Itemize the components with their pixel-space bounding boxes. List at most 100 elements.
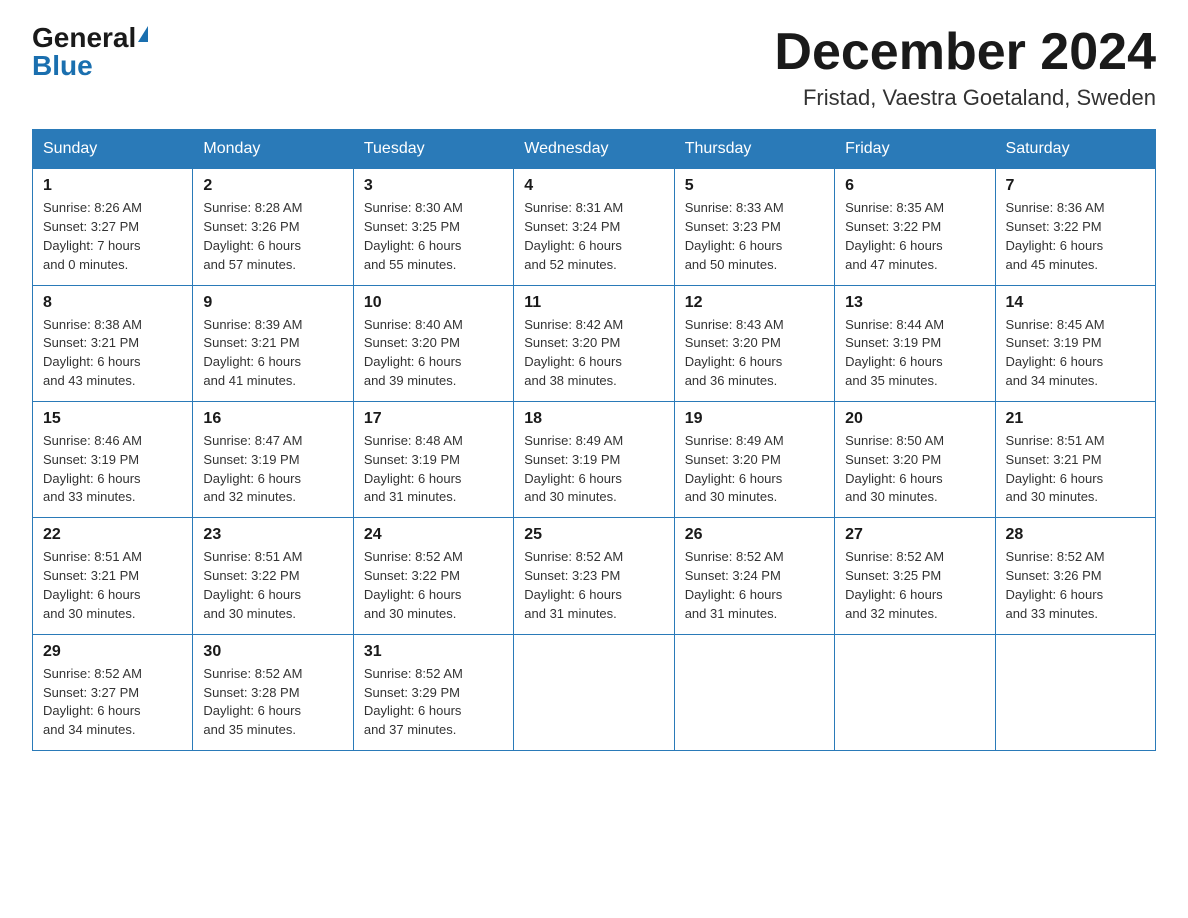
day-number: 2 xyxy=(203,177,342,195)
day-number: 3 xyxy=(364,177,503,195)
day-number: 10 xyxy=(364,294,503,312)
calendar-cell: 1 Sunrise: 8:26 AMSunset: 3:27 PMDayligh… xyxy=(33,169,193,285)
day-info: Sunrise: 8:51 AMSunset: 3:22 PMDaylight:… xyxy=(203,548,342,623)
day-number: 7 xyxy=(1006,177,1145,195)
calendar-cell: 31 Sunrise: 8:52 AMSunset: 3:29 PMDaylig… xyxy=(353,634,513,750)
day-number: 12 xyxy=(685,294,824,312)
day-number: 29 xyxy=(43,643,182,661)
calendar-cell: 25 Sunrise: 8:52 AMSunset: 3:23 PMDaylig… xyxy=(514,518,674,634)
calendar-cell xyxy=(514,634,674,750)
calendar-cell: 17 Sunrise: 8:48 AMSunset: 3:19 PMDaylig… xyxy=(353,401,513,517)
day-info: Sunrise: 8:52 AMSunset: 3:27 PMDaylight:… xyxy=(43,665,182,740)
calendar-cell: 16 Sunrise: 8:47 AMSunset: 3:19 PMDaylig… xyxy=(193,401,353,517)
calendar-cell: 23 Sunrise: 8:51 AMSunset: 3:22 PMDaylig… xyxy=(193,518,353,634)
calendar-cell: 20 Sunrise: 8:50 AMSunset: 3:20 PMDaylig… xyxy=(835,401,995,517)
calendar-cell: 12 Sunrise: 8:43 AMSunset: 3:20 PMDaylig… xyxy=(674,285,834,401)
day-number: 19 xyxy=(685,410,824,428)
day-info: Sunrise: 8:45 AMSunset: 3:19 PMDaylight:… xyxy=(1006,316,1145,391)
location-label: Fristad, Vaestra Goetaland, Sweden xyxy=(774,85,1156,111)
day-number: 20 xyxy=(845,410,984,428)
calendar-cell: 24 Sunrise: 8:52 AMSunset: 3:22 PMDaylig… xyxy=(353,518,513,634)
calendar-cell: 18 Sunrise: 8:49 AMSunset: 3:19 PMDaylig… xyxy=(514,401,674,517)
day-info: Sunrise: 8:51 AMSunset: 3:21 PMDaylight:… xyxy=(1006,432,1145,507)
day-info: Sunrise: 8:40 AMSunset: 3:20 PMDaylight:… xyxy=(364,316,503,391)
calendar-header-row: SundayMondayTuesdayWednesdayThursdayFrid… xyxy=(33,130,1156,169)
calendar-week-row: 15 Sunrise: 8:46 AMSunset: 3:19 PMDaylig… xyxy=(33,401,1156,517)
calendar-cell: 9 Sunrise: 8:39 AMSunset: 3:21 PMDayligh… xyxy=(193,285,353,401)
calendar-week-row: 29 Sunrise: 8:52 AMSunset: 3:27 PMDaylig… xyxy=(33,634,1156,750)
day-number: 24 xyxy=(364,526,503,544)
day-number: 4 xyxy=(524,177,663,195)
month-title: December 2024 xyxy=(774,24,1156,81)
day-info: Sunrise: 8:42 AMSunset: 3:20 PMDaylight:… xyxy=(524,316,663,391)
calendar-cell: 19 Sunrise: 8:49 AMSunset: 3:20 PMDaylig… xyxy=(674,401,834,517)
calendar-cell xyxy=(835,634,995,750)
calendar-week-row: 8 Sunrise: 8:38 AMSunset: 3:21 PMDayligh… xyxy=(33,285,1156,401)
day-number: 25 xyxy=(524,526,663,544)
calendar-cell: 14 Sunrise: 8:45 AMSunset: 3:19 PMDaylig… xyxy=(995,285,1155,401)
calendar-cell: 3 Sunrise: 8:30 AMSunset: 3:25 PMDayligh… xyxy=(353,169,513,285)
day-number: 16 xyxy=(203,410,342,428)
day-number: 31 xyxy=(364,643,503,661)
calendar-cell: 6 Sunrise: 8:35 AMSunset: 3:22 PMDayligh… xyxy=(835,169,995,285)
day-number: 26 xyxy=(685,526,824,544)
day-info: Sunrise: 8:47 AMSunset: 3:19 PMDaylight:… xyxy=(203,432,342,507)
day-info: Sunrise: 8:50 AMSunset: 3:20 PMDaylight:… xyxy=(845,432,984,507)
day-number: 14 xyxy=(1006,294,1145,312)
day-number: 15 xyxy=(43,410,182,428)
column-header-wednesday: Wednesday xyxy=(514,130,674,169)
day-info: Sunrise: 8:33 AMSunset: 3:23 PMDaylight:… xyxy=(685,199,824,274)
calendar-cell: 22 Sunrise: 8:51 AMSunset: 3:21 PMDaylig… xyxy=(33,518,193,634)
day-info: Sunrise: 8:39 AMSunset: 3:21 PMDaylight:… xyxy=(203,316,342,391)
column-header-sunday: Sunday xyxy=(33,130,193,169)
day-number: 8 xyxy=(43,294,182,312)
logo-triangle-icon xyxy=(138,26,148,42)
day-info: Sunrise: 8:52 AMSunset: 3:29 PMDaylight:… xyxy=(364,665,503,740)
day-info: Sunrise: 8:52 AMSunset: 3:28 PMDaylight:… xyxy=(203,665,342,740)
day-number: 1 xyxy=(43,177,182,195)
day-number: 28 xyxy=(1006,526,1145,544)
day-info: Sunrise: 8:44 AMSunset: 3:19 PMDaylight:… xyxy=(845,316,984,391)
title-area: December 2024 Fristad, Vaestra Goetaland… xyxy=(774,24,1156,111)
day-info: Sunrise: 8:36 AMSunset: 3:22 PMDaylight:… xyxy=(1006,199,1145,274)
day-info: Sunrise: 8:38 AMSunset: 3:21 PMDaylight:… xyxy=(43,316,182,391)
day-info: Sunrise: 8:52 AMSunset: 3:23 PMDaylight:… xyxy=(524,548,663,623)
calendar-cell: 21 Sunrise: 8:51 AMSunset: 3:21 PMDaylig… xyxy=(995,401,1155,517)
calendar-cell xyxy=(674,634,834,750)
column-header-friday: Friday xyxy=(835,130,995,169)
day-number: 23 xyxy=(203,526,342,544)
day-number: 13 xyxy=(845,294,984,312)
calendar-cell xyxy=(995,634,1155,750)
day-info: Sunrise: 8:52 AMSunset: 3:22 PMDaylight:… xyxy=(364,548,503,623)
calendar-cell: 28 Sunrise: 8:52 AMSunset: 3:26 PMDaylig… xyxy=(995,518,1155,634)
calendar-cell: 30 Sunrise: 8:52 AMSunset: 3:28 PMDaylig… xyxy=(193,634,353,750)
page-header: General Blue December 2024 Fristad, Vaes… xyxy=(32,24,1156,111)
day-info: Sunrise: 8:52 AMSunset: 3:24 PMDaylight:… xyxy=(685,548,824,623)
day-number: 27 xyxy=(845,526,984,544)
day-info: Sunrise: 8:43 AMSunset: 3:20 PMDaylight:… xyxy=(685,316,824,391)
day-info: Sunrise: 8:52 AMSunset: 3:25 PMDaylight:… xyxy=(845,548,984,623)
day-number: 6 xyxy=(845,177,984,195)
calendar-cell: 4 Sunrise: 8:31 AMSunset: 3:24 PMDayligh… xyxy=(514,169,674,285)
calendar-table: SundayMondayTuesdayWednesdayThursdayFrid… xyxy=(32,129,1156,751)
calendar-cell: 10 Sunrise: 8:40 AMSunset: 3:20 PMDaylig… xyxy=(353,285,513,401)
day-info: Sunrise: 8:49 AMSunset: 3:20 PMDaylight:… xyxy=(685,432,824,507)
day-number: 11 xyxy=(524,294,663,312)
day-info: Sunrise: 8:35 AMSunset: 3:22 PMDaylight:… xyxy=(845,199,984,274)
day-info: Sunrise: 8:30 AMSunset: 3:25 PMDaylight:… xyxy=(364,199,503,274)
column-header-monday: Monday xyxy=(193,130,353,169)
logo-blue-text: Blue xyxy=(32,50,93,81)
calendar-cell: 13 Sunrise: 8:44 AMSunset: 3:19 PMDaylig… xyxy=(835,285,995,401)
calendar-cell: 26 Sunrise: 8:52 AMSunset: 3:24 PMDaylig… xyxy=(674,518,834,634)
day-number: 21 xyxy=(1006,410,1145,428)
day-info: Sunrise: 8:46 AMSunset: 3:19 PMDaylight:… xyxy=(43,432,182,507)
day-info: Sunrise: 8:52 AMSunset: 3:26 PMDaylight:… xyxy=(1006,548,1145,623)
calendar-cell: 11 Sunrise: 8:42 AMSunset: 3:20 PMDaylig… xyxy=(514,285,674,401)
calendar-cell: 2 Sunrise: 8:28 AMSunset: 3:26 PMDayligh… xyxy=(193,169,353,285)
day-info: Sunrise: 8:28 AMSunset: 3:26 PMDaylight:… xyxy=(203,199,342,274)
day-number: 5 xyxy=(685,177,824,195)
day-info: Sunrise: 8:31 AMSunset: 3:24 PMDaylight:… xyxy=(524,199,663,274)
day-number: 9 xyxy=(203,294,342,312)
day-number: 18 xyxy=(524,410,663,428)
day-number: 30 xyxy=(203,643,342,661)
